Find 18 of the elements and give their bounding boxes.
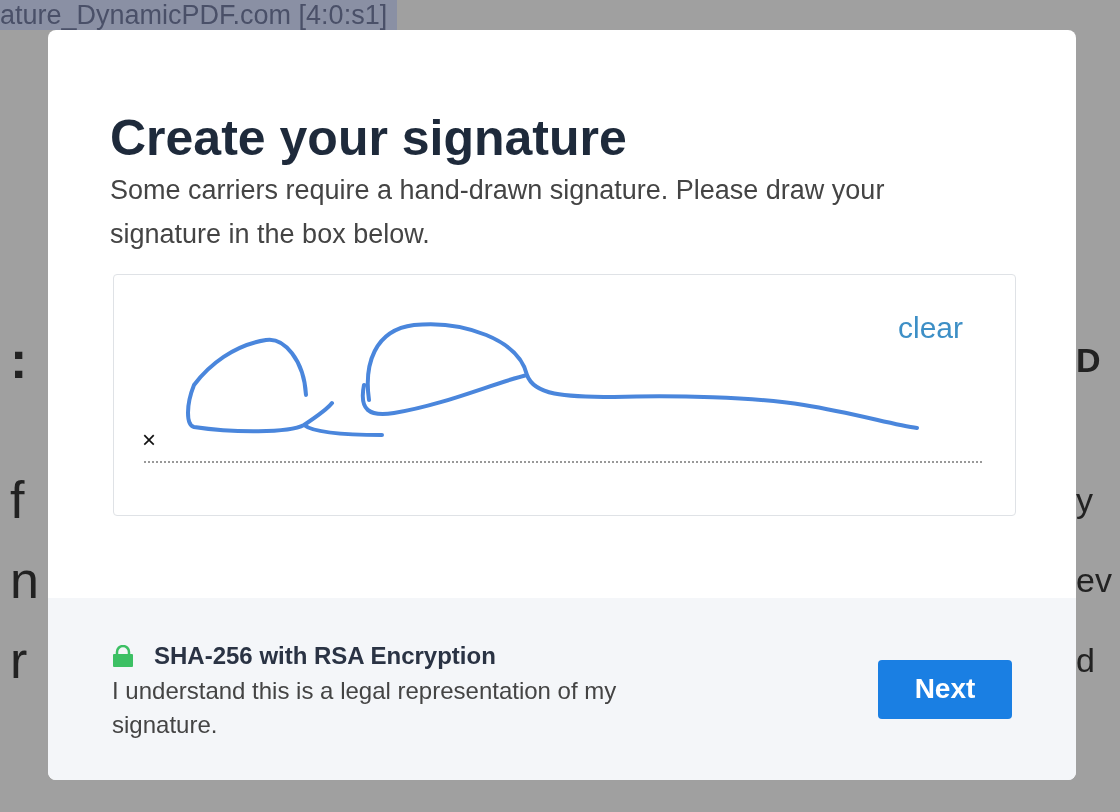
- dialog-description: Some carriers require a hand-drawn signature. Please draw your signature in the box below.: [110, 174, 886, 251]
- background-text: r: [10, 630, 28, 690]
- next-button[interactable]: Next: [878, 659, 1012, 719]
- document-title: ature_DynamicPDF.com [4:0:s1]: [0, 0, 398, 30]
- lock-icon: [112, 645, 134, 667]
- background-text: :: [10, 330, 28, 390]
- sign-here-mark: ×: [142, 427, 156, 453]
- encryption-label: SHA-256 with RSA Encryption: [154, 642, 496, 670]
- background-text: f: [10, 470, 25, 530]
- background-text: ev: [1076, 560, 1113, 600]
- background-text: n: [10, 550, 39, 610]
- background-text: y: [1076, 480, 1094, 520]
- background-text: D: [1076, 340, 1102, 380]
- dialog-title: Create your signature: [110, 109, 628, 168]
- signature-pad[interactable]: × clear: [113, 274, 1016, 516]
- background-text: d: [1076, 640, 1096, 680]
- legal-note: I understand this is a legal representation of my signature.: [112, 676, 618, 740]
- clear-link[interactable]: clear: [897, 311, 963, 345]
